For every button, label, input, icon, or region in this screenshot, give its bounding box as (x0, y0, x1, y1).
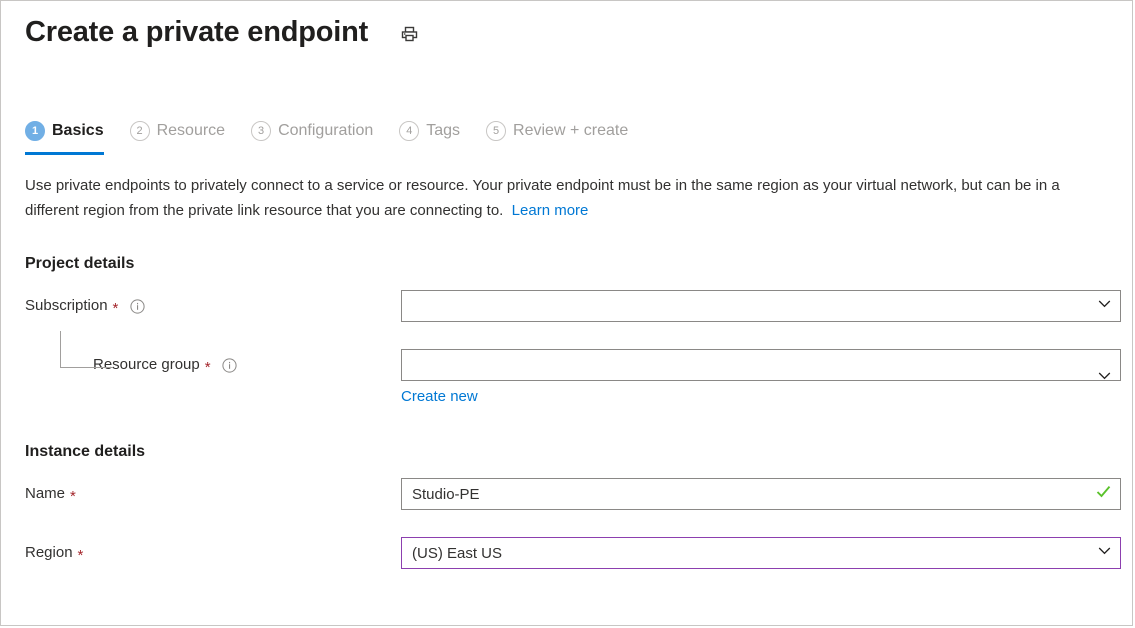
tab-basics[interactable]: 1 Basics (25, 113, 104, 151)
tab-review-create[interactable]: 5 Review + create (486, 113, 628, 151)
resource-group-control: Create new (401, 349, 1121, 406)
region-label-group: Region * (25, 537, 401, 569)
name-label: Name (25, 478, 65, 510)
subscription-label-group: Subscription * (25, 290, 401, 322)
subscription-required-marker: * (113, 301, 119, 316)
tab-badge-4: 4 (399, 121, 419, 141)
learn-more-link[interactable]: Learn more (512, 202, 589, 219)
tab-resource[interactable]: 2 Resource (130, 113, 225, 151)
project-details-heading: Project details (25, 255, 1132, 273)
tab-label-basics: Basics (52, 122, 104, 140)
subscription-select[interactable] (401, 290, 1121, 322)
tab-label-review-create: Review + create (513, 122, 628, 140)
subscription-label: Subscription (25, 290, 108, 322)
tab-configuration[interactable]: 3 Configuration (251, 113, 373, 151)
tab-tags[interactable]: 4 Tags (399, 113, 460, 151)
tab-label-resource: Resource (157, 122, 225, 140)
region-row: Region * (US) East US (25, 537, 1132, 569)
region-label: Region (25, 537, 73, 569)
create-private-endpoint-page: Create a private endpoint 1 Basics 2 Res… (0, 0, 1133, 626)
region-select[interactable]: (US) East US (401, 537, 1121, 569)
wizard-tabs: 1 Basics 2 Resource 3 Configuration 4 Ta… (1, 111, 1132, 151)
resource-group-info-icon[interactable] (222, 357, 238, 373)
page-title: Create a private endpoint (25, 15, 368, 49)
printer-icon[interactable] (396, 21, 422, 47)
instance-details-heading: Instance details (25, 443, 1132, 461)
resource-group-label-group: Resource group * (25, 349, 401, 381)
tab-label-tags: Tags (426, 122, 460, 140)
name-control (401, 478, 1121, 510)
region-control: (US) East US (401, 537, 1121, 569)
subscription-control (401, 290, 1121, 322)
resource-group-row: Resource group * Create new (25, 349, 1132, 406)
name-input[interactable] (401, 478, 1121, 510)
name-label-group: Name * (25, 478, 401, 510)
resource-group-select[interactable] (401, 349, 1121, 381)
tab-badge-3: 3 (251, 121, 271, 141)
resource-group-required-marker: * (205, 360, 211, 375)
page-description: Use private endpoints to privately conne… (25, 173, 1105, 223)
tab-badge-5: 5 (486, 121, 506, 141)
page-header: Create a private endpoint (1, 1, 1132, 53)
tab-label-configuration: Configuration (278, 122, 373, 140)
name-required-marker: * (70, 489, 76, 504)
tab-badge-1: 1 (25, 121, 45, 141)
name-row: Name * (25, 478, 1132, 510)
subscription-info-icon[interactable] (129, 298, 145, 314)
create-new-resource-group-link[interactable]: Create new (401, 388, 478, 405)
region-required-marker: * (78, 548, 84, 563)
subscription-row: Subscription * (25, 290, 1132, 322)
resource-group-label: Resource group (93, 349, 200, 381)
tab-badge-2: 2 (130, 121, 150, 141)
